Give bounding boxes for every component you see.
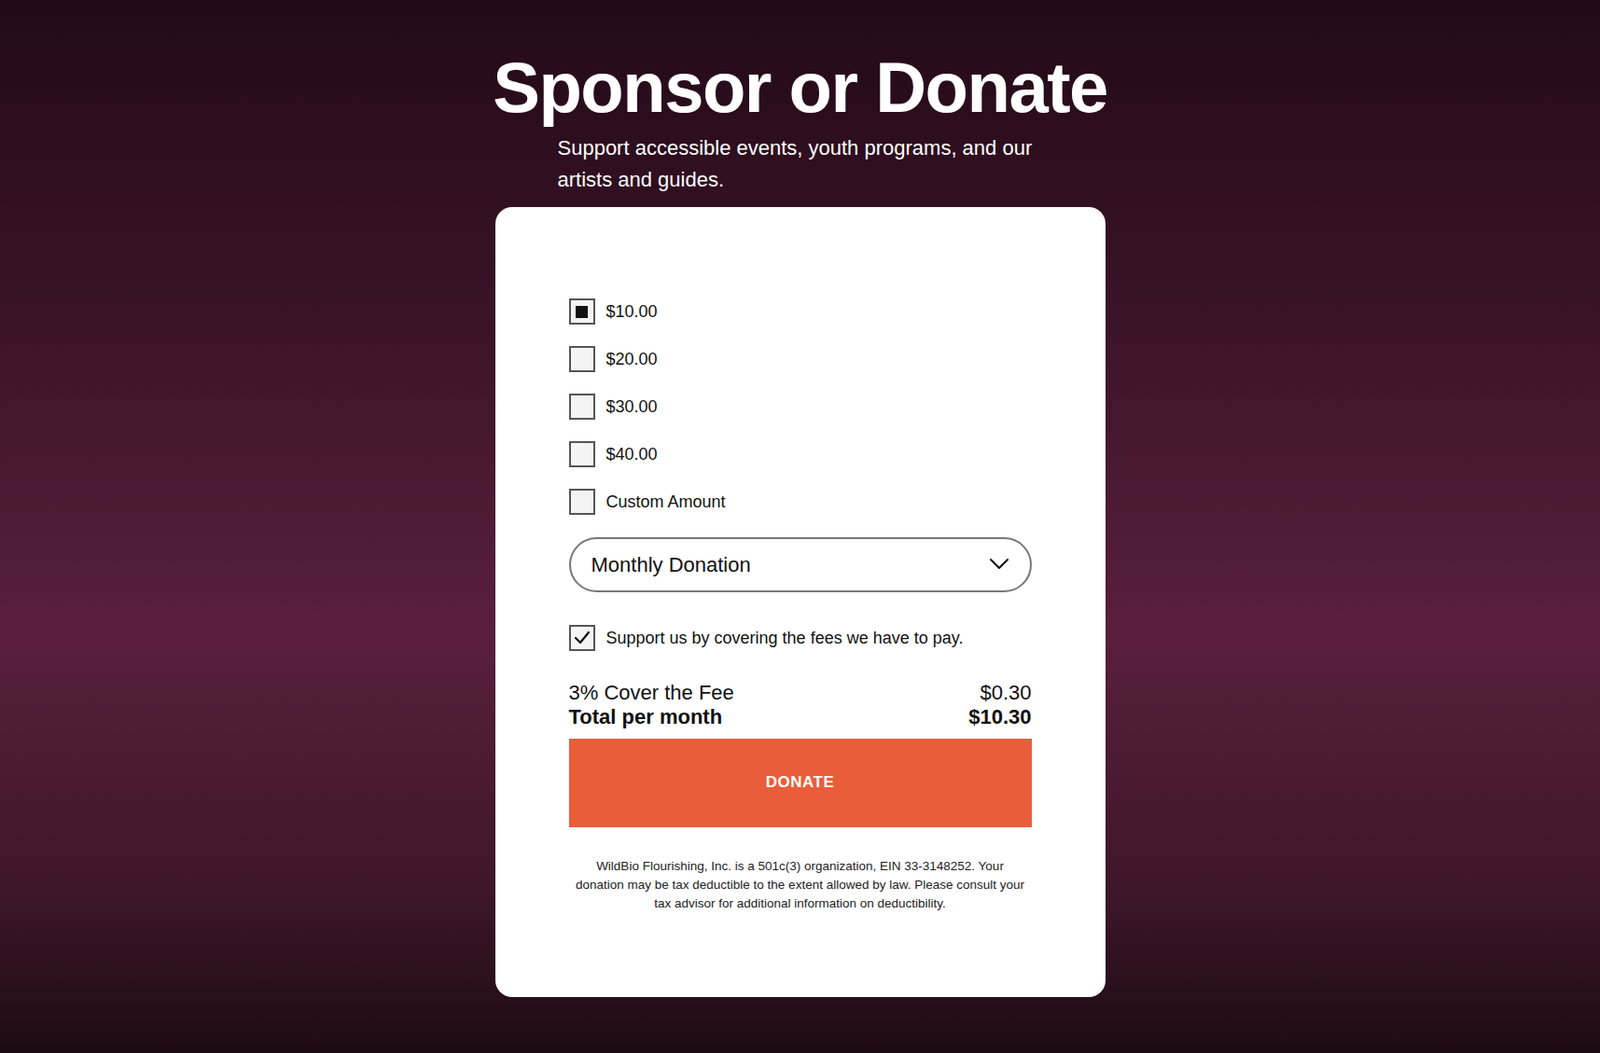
fee-row: 3% Cover the Fee $0.30: [569, 681, 1032, 706]
chevron-down-icon: [988, 557, 1010, 571]
amount-label: Custom Amount: [606, 489, 726, 515]
fee-value: $0.30: [979, 681, 1031, 706]
page: Sponsor or DonateSupport accessible even…: [0, 0, 1600, 998]
total-label: Total per month: [569, 705, 724, 730]
fee-label: 3% Cover the Fee: [569, 681, 735, 706]
amount-label: $40.00: [606, 442, 658, 468]
amount-checkbox[interactable]: [569, 298, 596, 325]
amount-label: $30.00: [606, 394, 658, 420]
frequency-select[interactable]: Monthly Donation: [569, 537, 1032, 593]
page-title: Sponsor or Donate: [492, 48, 1108, 127]
cover-fees-checkbox[interactable]: [569, 625, 596, 652]
frequency-value: Monthly Donation: [591, 549, 752, 581]
amount-option[interactable]: $40.00: [569, 431, 1032, 479]
donate-button[interactable]: DONATE: [569, 738, 1032, 828]
total-row: Total per month $10.30: [569, 705, 1032, 730]
selected-mark: [575, 306, 588, 319]
amount-checkbox[interactable]: [569, 488, 596, 515]
amount-option[interactable]: $30.00: [569, 383, 1032, 432]
cover-fees-option[interactable]: Support us by covering the fees we have …: [569, 614, 1032, 663]
amount-checkbox[interactable]: [569, 393, 596, 420]
disclaimer: WildBio Flourishing, Inc. is a 501c(3) o…: [569, 857, 1032, 914]
amount-label: $20.00: [606, 347, 658, 373]
amount-option[interactable]: Custom Amount: [569, 478, 1032, 527]
amount-option[interactable]: $10.00: [569, 288, 1032, 336]
total-value: $10.30: [968, 705, 1031, 730]
donation-card: $10.00 $20.00 $30.00 $40.00 Custom Amount Mon…: [495, 207, 1106, 998]
amount-label: $10.00: [606, 299, 658, 325]
amount-checkbox[interactable]: [569, 441, 596, 468]
amount-option[interactable]: $20.00: [569, 335, 1032, 384]
totals: 3% Cover the Fee $0.30 Total per month $10.…: [569, 681, 1032, 730]
amount-checkbox[interactable]: [569, 346, 596, 373]
check-icon: [573, 630, 591, 646]
cover-fees-label: Support us by covering the fees we have …: [606, 626, 964, 652]
page-subtitle: Support accessible events, youth program…: [557, 132, 1044, 196]
